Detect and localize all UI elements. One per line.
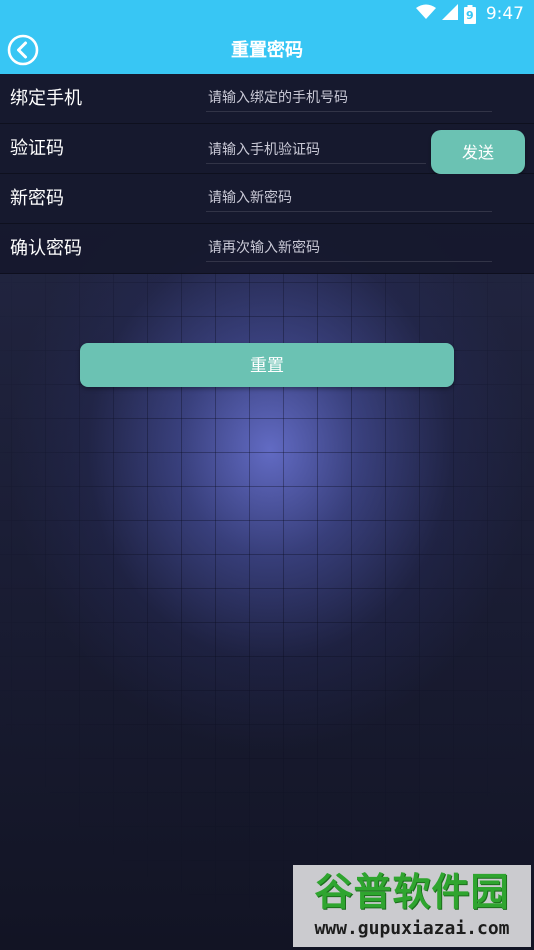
battery-level: 9 bbox=[465, 8, 474, 22]
status-time: 9:47 bbox=[485, 4, 524, 24]
back-arrow-icon bbox=[7, 34, 39, 66]
watermark-title: 谷普软件园 bbox=[314, 870, 510, 914]
verification-code-input[interactable] bbox=[206, 137, 426, 164]
status-icons: 9 9:47 bbox=[415, 3, 524, 25]
wifi-icon bbox=[415, 4, 436, 24]
new-password-input[interactable] bbox=[206, 185, 492, 212]
phone-label: 绑定手机 bbox=[10, 88, 82, 109]
watermark: 谷普软件园 www.gupuxiazai.com bbox=[293, 865, 531, 947]
app-header: 重置密码 bbox=[0, 28, 534, 74]
status-bar: 9 9:47 bbox=[0, 0, 534, 28]
send-code-button[interactable]: 发送 bbox=[431, 130, 525, 174]
reset-button[interactable]: 重置 bbox=[80, 343, 454, 387]
new-password-row: 新密码 bbox=[0, 174, 534, 224]
signal-icon bbox=[441, 4, 458, 24]
confirm-password-row: 确认密码 bbox=[0, 224, 534, 274]
verification-code-row: 验证码 发送 bbox=[0, 124, 534, 174]
back-button[interactable] bbox=[7, 34, 39, 66]
page-title: 重置密码 bbox=[231, 40, 303, 61]
phone-input[interactable] bbox=[206, 85, 492, 112]
new-password-label: 新密码 bbox=[10, 188, 64, 209]
battery-icon: 9 bbox=[463, 4, 476, 24]
phone-row: 绑定手机 bbox=[0, 74, 534, 124]
verification-code-label: 验证码 bbox=[10, 138, 64, 159]
confirm-password-label: 确认密码 bbox=[10, 238, 82, 259]
confirm-password-input[interactable] bbox=[206, 235, 492, 262]
reset-password-screen: 9 9:47 重置密码 绑定手机 验证码 发送 新密码 确认密码 重置 bbox=[0, 0, 534, 950]
watermark-url: www.gupuxiazai.com bbox=[314, 918, 510, 939]
